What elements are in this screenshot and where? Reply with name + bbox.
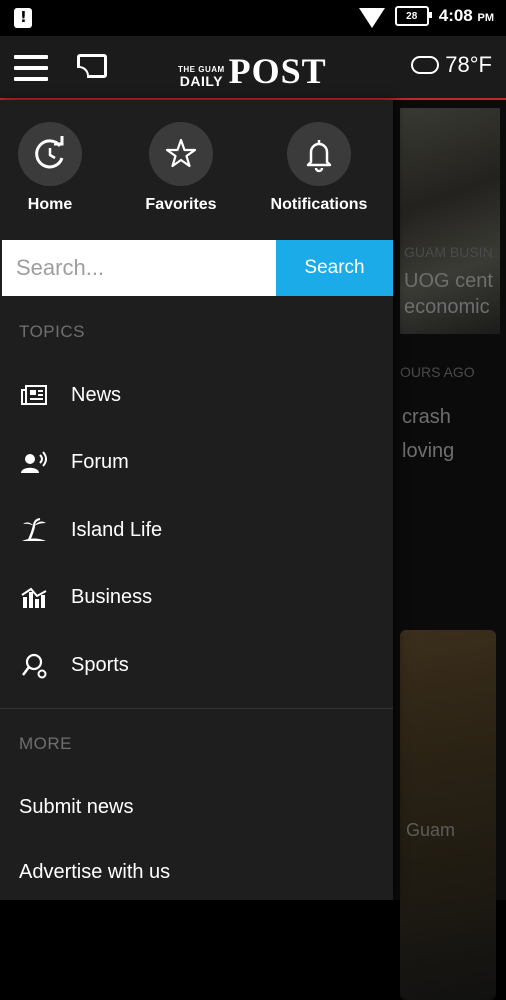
search-input[interactable] [2, 240, 276, 296]
topic-sports[interactable]: Sports [0, 641, 393, 693]
weather-widget[interactable]: 78°F [411, 52, 492, 78]
app-bar: THE GUAM DAILY POST 78°F [0, 36, 506, 100]
star-icon [149, 122, 213, 186]
search-button[interactable]: Search [276, 240, 393, 296]
cloud-rain-icon [411, 56, 440, 74]
divider [0, 708, 393, 709]
palm-tree-icon [20, 518, 48, 544]
topic-news[interactable]: News [0, 371, 393, 423]
notifications-button[interactable]: Notifications [259, 122, 379, 214]
more-heading: MORE [19, 734, 72, 753]
battery-icon: 28 [394, 6, 432, 26]
wifi-icon [358, 8, 385, 28]
article-thumbnail [400, 630, 496, 1000]
navigation-drawer: Home Favorites Notifications Search TOPI… [0, 100, 393, 900]
favorites-button[interactable]: Favorites [121, 122, 241, 214]
clock: 4:08 PM [438, 6, 494, 25]
advertise-link[interactable]: Advertise with us [19, 861, 170, 884]
bell-icon [287, 122, 351, 186]
cast-icon[interactable] [77, 54, 107, 78]
sports-icon [20, 653, 48, 679]
business-chart-icon [20, 585, 48, 611]
article-headline: crash [402, 406, 451, 428]
forum-icon [20, 450, 48, 476]
status-bar: 28 4:08 PM [0, 0, 506, 36]
topic-forum[interactable]: Forum [0, 438, 393, 490]
submit-news-link[interactable]: Submit news [19, 796, 134, 819]
article-headline: economic [404, 296, 490, 318]
app-logo: THE GUAM DAILY POST [178, 51, 327, 91]
article-headline: loving [402, 440, 455, 462]
refresh-home-icon [18, 122, 82, 186]
article-time: OURS AGO [400, 364, 475, 380]
menu-icon[interactable] [14, 55, 48, 81]
temperature: 78°F [445, 52, 492, 77]
article-headline: UOG cent [404, 270, 493, 292]
topic-island-life[interactable]: Island Life [0, 506, 393, 558]
home-button[interactable]: Home [0, 122, 110, 214]
newspaper-icon [20, 383, 48, 409]
topics-heading: TOPICS [19, 322, 85, 341]
alert-notification-icon [14, 8, 32, 28]
article-caption: Guam [406, 820, 456, 840]
article-category: GUAM BUSIN [404, 244, 493, 260]
topic-business[interactable]: Business [0, 573, 393, 625]
